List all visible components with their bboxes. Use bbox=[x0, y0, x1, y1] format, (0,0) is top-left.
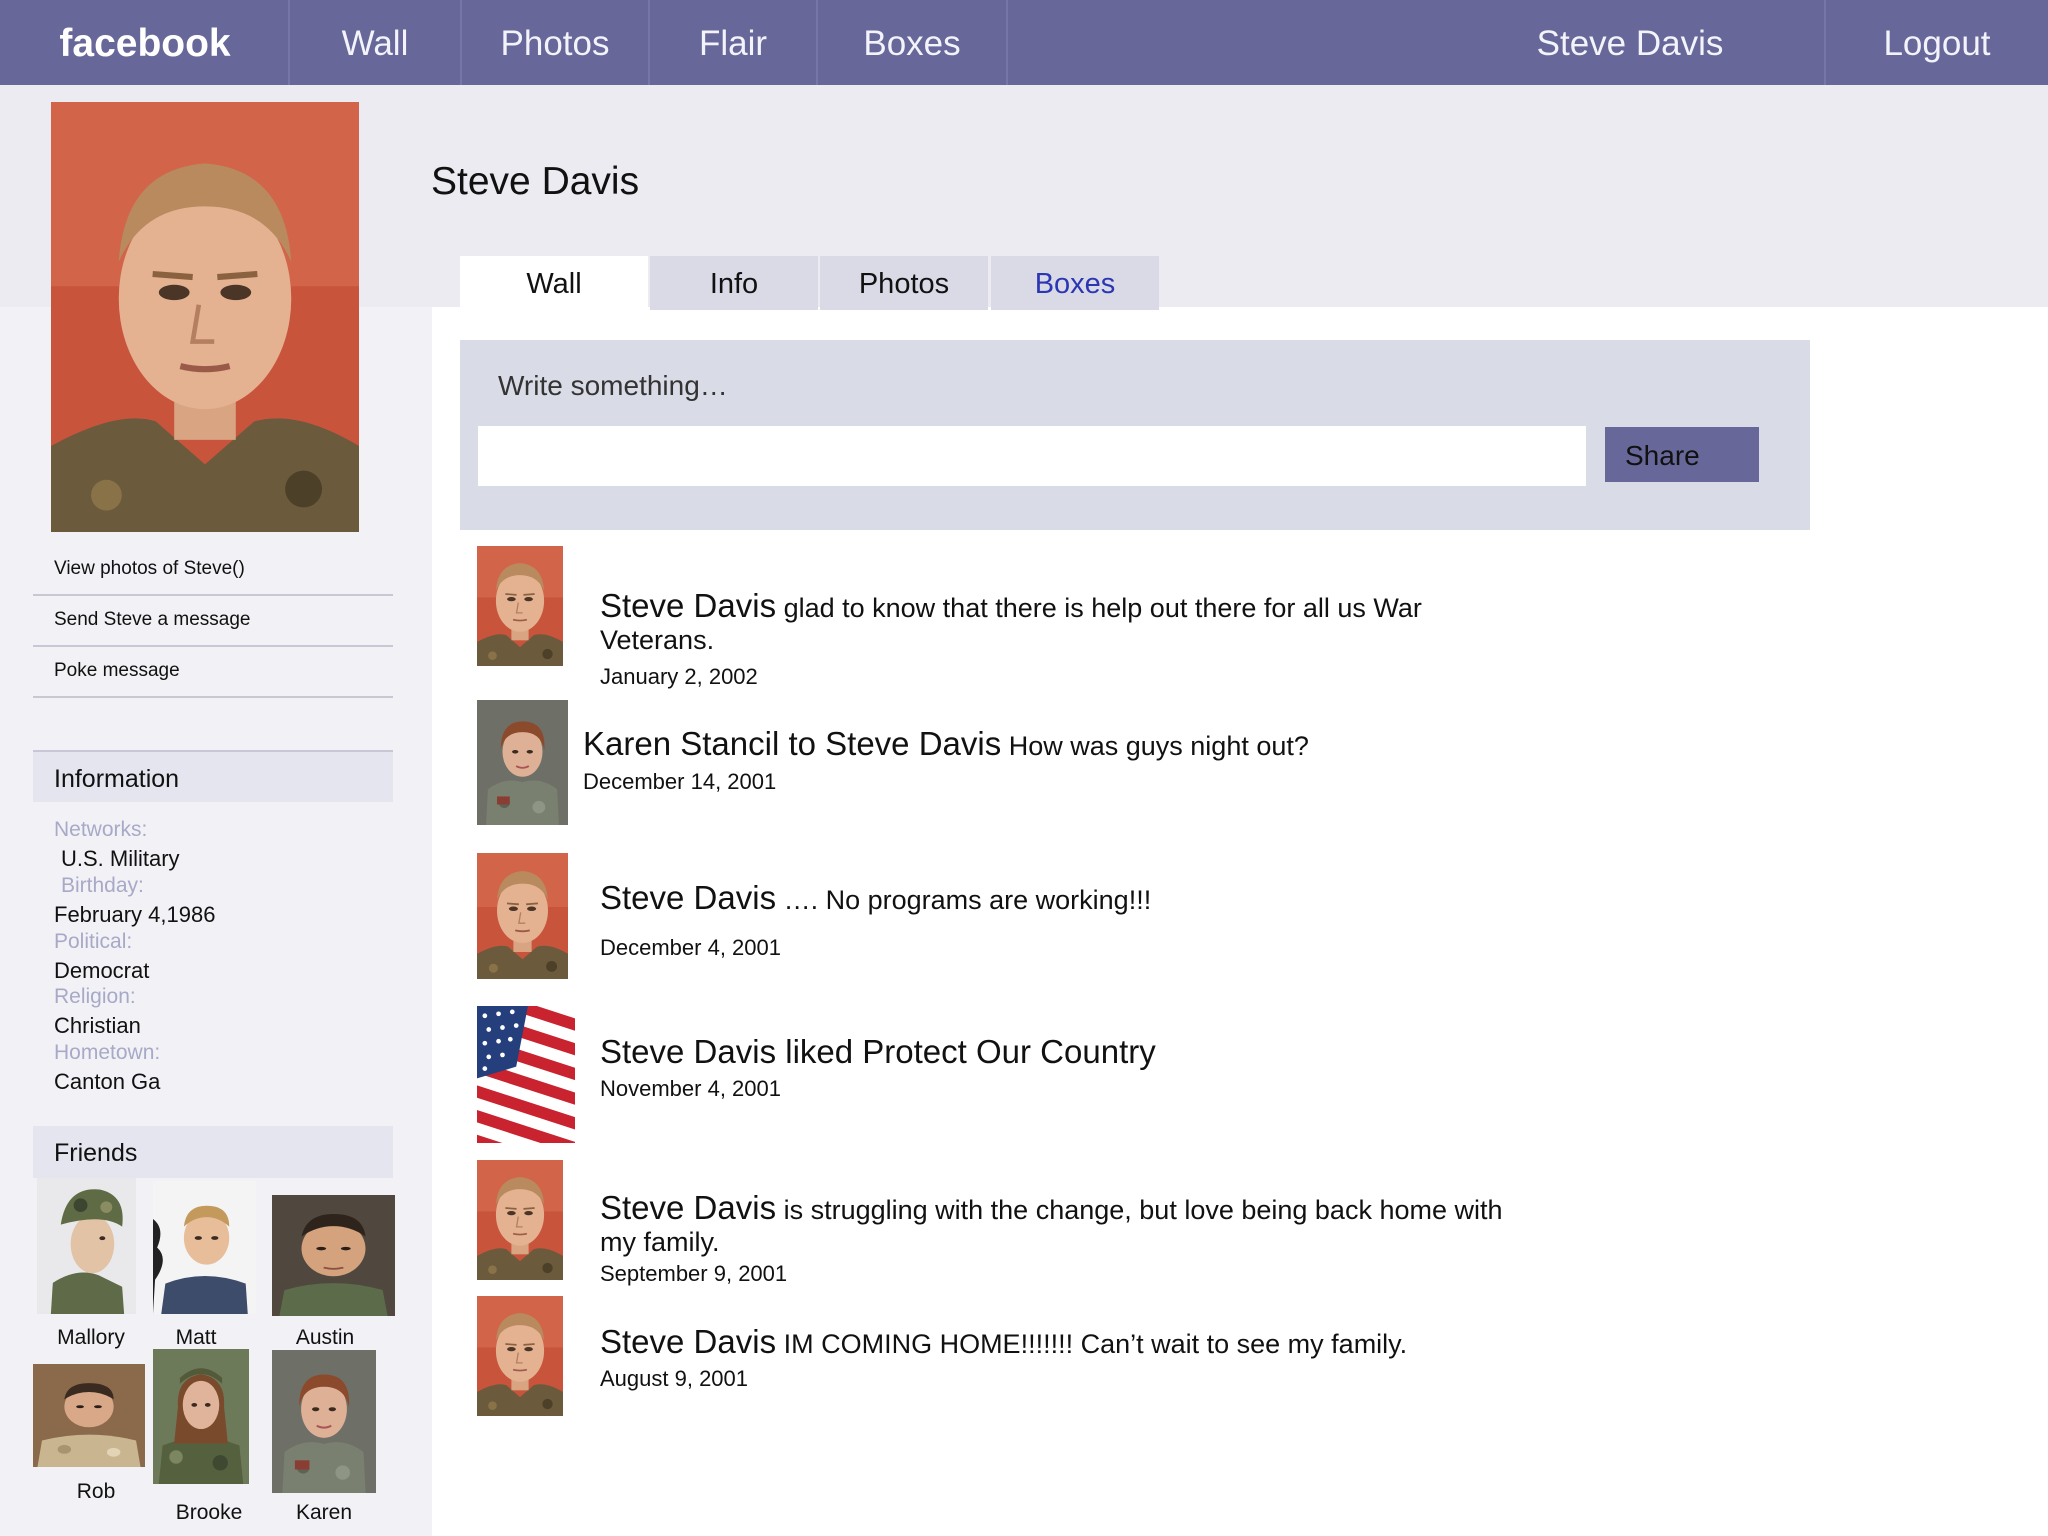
post-body-continued: my family. bbox=[600, 1227, 720, 1257]
post-text: Steve Davis …. No programs are working!!… bbox=[600, 879, 1152, 916]
nav-user-name[interactable]: Steve Davis bbox=[1460, 0, 1800, 85]
post-date: January 2, 2002 bbox=[600, 664, 758, 689]
friend-karen-photo[interactable] bbox=[272, 1350, 376, 1493]
birthday-value: February 4,1986 bbox=[54, 902, 216, 927]
hometown-label: Hometown: bbox=[54, 1041, 161, 1064]
birthday-label: Birthday: bbox=[61, 874, 144, 897]
friend-rob-photo[interactable] bbox=[33, 1364, 145, 1467]
profile-name: Steve Davis bbox=[431, 160, 640, 203]
nav-boxes[interactable]: Boxes bbox=[818, 0, 1006, 85]
post-body-continued: Veterans. bbox=[600, 625, 715, 655]
send-message-link[interactable]: Send Steve a message bbox=[33, 597, 393, 647]
networks-label: Networks: bbox=[54, 818, 148, 841]
post-date: November 4, 2001 bbox=[600, 1076, 781, 1101]
composer-label: Write something… bbox=[498, 370, 728, 401]
post-date: December 4, 2001 bbox=[600, 935, 781, 960]
post-text: Karen Stancil to Steve Davis How was guy… bbox=[583, 725, 1309, 762]
tab-photos[interactable]: Photos bbox=[820, 256, 988, 310]
friend-austin-name[interactable]: Austin bbox=[272, 1326, 378, 1350]
post-author[interactable]: Steve Davis bbox=[600, 1323, 776, 1360]
friend-karen-name[interactable]: Karen bbox=[272, 1501, 376, 1525]
top-navigation-bar: facebook Wall Photos Flair Boxes Steve D… bbox=[0, 0, 2048, 85]
post-body: is struggling with the change, but love … bbox=[776, 1195, 1503, 1225]
nav-wall[interactable]: Wall bbox=[290, 0, 460, 85]
friend-brooke-name[interactable]: Brooke bbox=[153, 1501, 265, 1525]
wall-post-input[interactable] bbox=[478, 426, 1586, 486]
facebook-logo[interactable]: facebook bbox=[40, 0, 250, 85]
post-author[interactable]: Steve Davis bbox=[600, 1189, 776, 1226]
post-body: IM COMING HOME!!!!!!! Can’t wait to see … bbox=[776, 1329, 1408, 1359]
post-author-photo[interactable] bbox=[477, 853, 568, 979]
networks-value[interactable]: U.S. Military bbox=[61, 846, 180, 872]
political-label: Political: bbox=[54, 930, 133, 953]
post-author-photo[interactable] bbox=[477, 700, 568, 825]
post-body[interactable]: liked Protect Our Country bbox=[776, 1033, 1156, 1070]
share-button[interactable]: Share bbox=[1605, 427, 1759, 482]
profile-photo[interactable] bbox=[51, 102, 359, 532]
friend-mallory-name[interactable]: Mallory bbox=[37, 1326, 145, 1350]
wall-composer: Write something… Share bbox=[460, 340, 1810, 530]
post-text: Steve Davis IM COMING HOME!!!!!!! Can’t … bbox=[600, 1323, 1408, 1360]
religion-label: Religion: bbox=[54, 985, 136, 1008]
post-author[interactable]: Steve Davis bbox=[600, 879, 776, 916]
information-heading: Information bbox=[33, 750, 393, 802]
friend-mallory-photo[interactable] bbox=[37, 1178, 136, 1314]
friend-austin-photo[interactable] bbox=[272, 1195, 395, 1316]
friend-rob-name[interactable]: Rob bbox=[33, 1480, 159, 1504]
poke-message-link[interactable]: Poke message bbox=[33, 648, 393, 698]
post-author[interactable]: Steve Davis bbox=[600, 587, 776, 624]
post-text: Steve Davis liked Protect Our Country bbox=[600, 1033, 1156, 1070]
friend-matt-photo[interactable] bbox=[153, 1181, 256, 1314]
post-author-photo[interactable] bbox=[477, 1160, 563, 1280]
political-value: Democrat bbox=[54, 958, 150, 983]
view-photos-link[interactable]: View photos of Steve() bbox=[33, 546, 393, 596]
nav-divider bbox=[1006, 0, 1008, 85]
post-body: How was guys night out? bbox=[1001, 731, 1309, 761]
nav-photos[interactable]: Photos bbox=[462, 0, 648, 85]
page-photo-flag[interactable] bbox=[477, 1006, 575, 1143]
post-date: August 9, 2001 bbox=[600, 1366, 749, 1391]
hometown-value: Canton Ga bbox=[54, 1069, 161, 1094]
friend-matt-name[interactable]: Matt bbox=[153, 1326, 239, 1350]
religion-value: Christian bbox=[54, 1013, 141, 1038]
nav-flair[interactable]: Flair bbox=[650, 0, 816, 85]
post-date: December 14, 2001 bbox=[583, 769, 777, 794]
post-body: glad to know that there is help out ther… bbox=[776, 593, 1422, 623]
tab-info[interactable]: Info bbox=[650, 256, 818, 310]
tab-wall[interactable]: Wall bbox=[460, 256, 648, 310]
post-body: …. No programs are working!!! bbox=[776, 885, 1152, 915]
post-author-photo[interactable] bbox=[477, 1296, 563, 1416]
post-text: Steve Davis is struggling with the chang… bbox=[600, 1189, 1503, 1258]
logout-link[interactable]: Logout bbox=[1826, 0, 2048, 85]
post-text: Steve Davis glad to know that there is h… bbox=[600, 587, 1422, 656]
friend-brooke-photo[interactable] bbox=[153, 1349, 249, 1484]
tab-boxes[interactable]: Boxes bbox=[991, 256, 1159, 310]
post-author[interactable]: Karen Stancil to Steve Davis bbox=[583, 725, 1001, 762]
post-author[interactable]: Steve Davis bbox=[600, 1033, 776, 1070]
post-author-photo[interactable] bbox=[477, 546, 563, 666]
post-date: September 9, 2001 bbox=[600, 1261, 788, 1286]
friends-heading: Friends bbox=[33, 1126, 393, 1178]
